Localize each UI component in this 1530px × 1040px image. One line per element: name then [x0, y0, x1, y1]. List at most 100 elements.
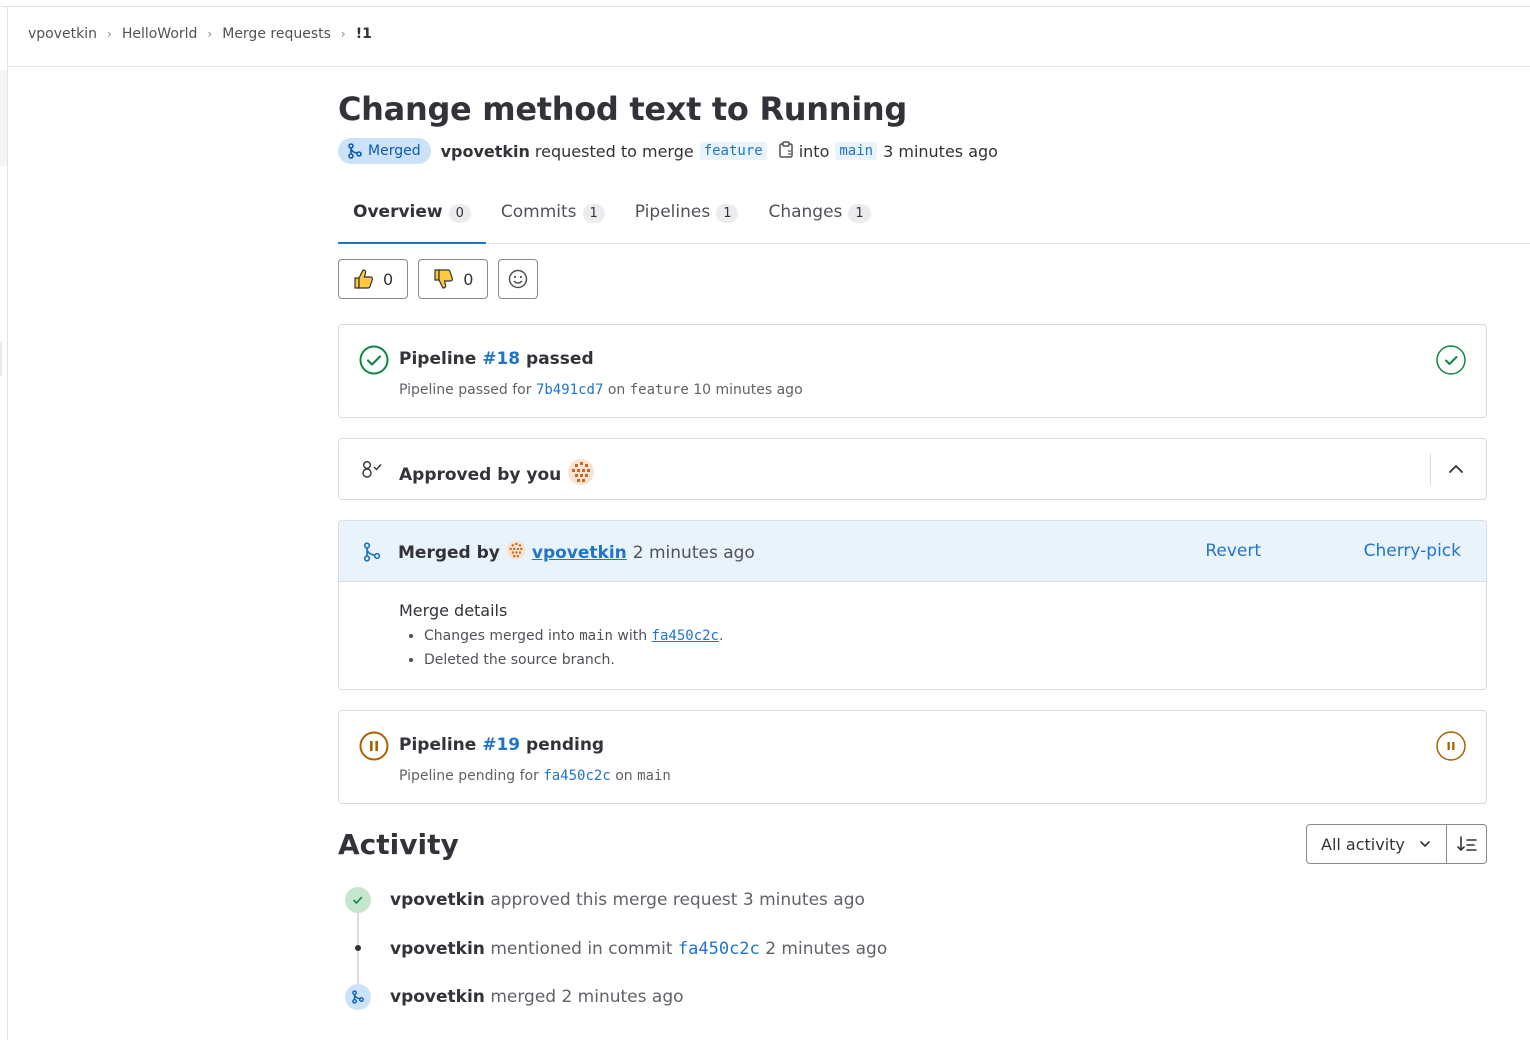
activity-item: vpovetkin merged 2 minutes ago [390, 987, 684, 1007]
breadcrumb-item-user[interactable]: vpovetkin [28, 26, 97, 42]
merge-details-title: Merge details [399, 601, 508, 620]
pipeline-id-link[interactable]: #19 [482, 735, 520, 755]
on-text: on [607, 382, 626, 398]
avatar[interactable] [567, 458, 595, 491]
award-emoji-bar: 0 0 [338, 259, 539, 299]
mr-meta: Merged vpovetkin requested to merge feat… [338, 138, 998, 164]
commit-link[interactable]: fa450c2c [678, 939, 760, 959]
thumbs-up-icon [354, 269, 373, 289]
sort-direction-button[interactable] [1447, 824, 1487, 864]
tab-pipelines[interactable]: Pipelines 1 [620, 182, 754, 243]
source-branch[interactable]: feature [699, 142, 767, 160]
activity-item: vpovetkin mentioned in commit fa450c2c 2… [390, 939, 887, 959]
check-icon [345, 887, 371, 913]
tab-label: Commits [500, 202, 577, 222]
pipeline-time: 10 minutes ago [693, 382, 803, 398]
approval-divider [1430, 453, 1431, 485]
approvals-widget: Approved by you [338, 438, 1487, 500]
tab-commits[interactable]: Commits 1 [486, 182, 620, 243]
chevron-up-icon[interactable] [1446, 459, 1466, 483]
stage-pending-icon[interactable] [1436, 731, 1466, 765]
breadcrumb-item-project[interactable]: HelloWorld [122, 26, 198, 42]
target-branch[interactable]: main [835, 142, 878, 160]
pipeline-label: Pipeline [399, 735, 477, 755]
merge-icon [363, 542, 381, 566]
avatar[interactable] [506, 540, 526, 565]
list-item: Deleted the source branch. [424, 652, 723, 668]
merged-widget: Merged by vpovetkin 2 minutes ago Revert… [338, 520, 1487, 690]
status-badge: Merged [338, 138, 431, 164]
detail-text: with [617, 628, 648, 644]
bullet-icon [355, 945, 361, 951]
approval-text: Approved by you [399, 464, 562, 485]
copy-icon[interactable] [778, 140, 793, 162]
activity-user-link[interactable]: vpovetkin [390, 939, 485, 959]
chevron-down-icon [1420, 841, 1430, 847]
merged-by-user-link[interactable]: vpovetkin [532, 543, 627, 563]
merge-details-list: Changes merged into main with fa450c2c. … [424, 628, 723, 676]
merge-commit-link[interactable]: fa450c2c [652, 628, 719, 644]
pipeline-branch[interactable]: feature [630, 382, 689, 398]
add-reaction-button[interactable] [498, 259, 539, 299]
status-badge-label: Merged [368, 143, 421, 159]
tab-changes[interactable]: Changes 1 [753, 182, 885, 243]
approval-headline: Approved by you [399, 458, 595, 491]
sort-icon [1456, 836, 1477, 851]
chevron-right-icon: › [340, 27, 346, 41]
activity-filter-label: All activity [1321, 834, 1405, 854]
tab-count: 1 [848, 204, 871, 223]
tab-count: 1 [716, 204, 739, 223]
detail-branch: main [579, 628, 613, 644]
activity-text: merged 2 minutes ago [490, 987, 684, 1007]
merge-icon [345, 984, 371, 1010]
activity-user-link[interactable]: vpovetkin [390, 890, 485, 910]
sidebar-border [7, 6, 8, 1040]
thumbs-up-button[interactable]: 0 [338, 259, 409, 299]
pipeline-branch[interactable]: main [637, 768, 671, 784]
mr-tabs: Overview 0 Commits 1 Pipelines 1 Changes… [338, 182, 1530, 244]
status-pending-icon[interactable] [359, 731, 389, 765]
on-text: on [615, 768, 633, 784]
activity-user-link[interactable]: vpovetkin [390, 987, 485, 1007]
thumbs-down-button[interactable]: 0 [418, 259, 489, 299]
breadcrumb-item-merge-requests[interactable]: Merge requests [222, 26, 331, 42]
tab-label: Changes [768, 202, 843, 222]
thumbs-up-count: 0 [383, 269, 394, 289]
status-success-icon[interactable] [359, 345, 389, 379]
smiley-icon [509, 269, 528, 289]
detail-text: Changes merged into [424, 628, 575, 644]
breadcrumb-item-current[interactable]: !1 [356, 26, 372, 42]
revert-button[interactable]: Revert [1205, 541, 1261, 561]
thumbs-down-count: 0 [463, 269, 474, 289]
commit-link[interactable]: fa450c2c [543, 768, 610, 784]
pipeline-sub-prefix: Pipeline pending for [399, 768, 539, 784]
tab-count: 0 [448, 204, 471, 223]
chevron-right-icon: › [107, 27, 112, 41]
merged-by-line: Merged by vpovetkin 2 minutes ago [398, 540, 755, 565]
activity-title: Activity [338, 828, 459, 861]
commit-link[interactable]: 7b491cd7 [536, 382, 603, 398]
pipeline-status-text: pending [526, 735, 605, 755]
author-link[interactable]: vpovetkin [441, 142, 530, 161]
activity-time: 2 minutes ago [765, 939, 888, 959]
cherry-pick-button[interactable]: Cherry-pick [1364, 541, 1461, 561]
mr-time: 3 minutes ago [883, 141, 998, 161]
activity-text: mentioned in commit [490, 939, 673, 959]
tab-overview[interactable]: Overview 0 [338, 182, 486, 244]
activity-filter-dropdown[interactable]: All activity [1306, 824, 1447, 864]
pipeline-status-text: passed [526, 349, 594, 369]
chevron-right-icon: › [207, 27, 213, 41]
sidebar-edge-marker [0, 342, 2, 376]
tab-label: Overview [353, 202, 443, 222]
pipeline-widget-pending: Pipeline #19 pending Pipeline pending fo… [338, 710, 1487, 804]
breadcrumb-divider [8, 66, 1530, 67]
stage-success-icon[interactable] [1436, 345, 1466, 379]
into-text: into [798, 141, 830, 161]
pipeline-subtext: Pipeline passed for 7b491cd7 on feature … [399, 382, 803, 398]
activity-item: vpovetkin approved this merge request 3 … [390, 890, 865, 910]
requested-text: requested to merge [534, 141, 694, 161]
merged-time: 2 minutes ago [632, 542, 755, 563]
breadcrumb: vpovetkin › HelloWorld › Merge requests … [28, 26, 372, 42]
pipeline-id-link[interactable]: #18 [482, 349, 520, 369]
page-title: Change method text to Running [338, 90, 907, 128]
